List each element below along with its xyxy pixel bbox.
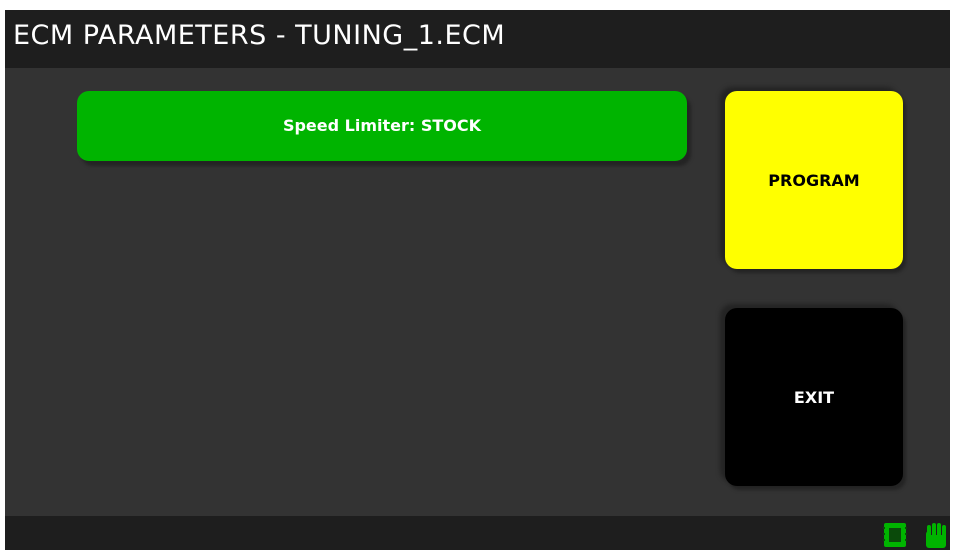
screen: ECM PARAMETERS - TUNING_1.ECM Speed Limi… (0, 0, 955, 550)
exit-button[interactable]: EXIT (725, 308, 903, 486)
exit-button-label: EXIT (793, 388, 835, 407)
main-panel: ECM PARAMETERS - TUNING_1.ECM Speed Limi… (5, 10, 950, 550)
status-bar (5, 516, 950, 550)
speed-limiter-label: Speed Limiter: STOCK (282, 116, 482, 135)
program-button-label: PROGRAM (768, 171, 860, 190)
chip-icon (883, 522, 907, 548)
program-button[interactable]: PROGRAM (725, 91, 903, 269)
speed-limiter-button[interactable]: Speed Limiter: STOCK (77, 91, 687, 161)
page-title: ECM PARAMETERS - TUNING_1.ECM (13, 20, 506, 51)
title-bar: ECM PARAMETERS - TUNING_1.ECM (5, 10, 950, 68)
glove-icon (924, 522, 948, 548)
